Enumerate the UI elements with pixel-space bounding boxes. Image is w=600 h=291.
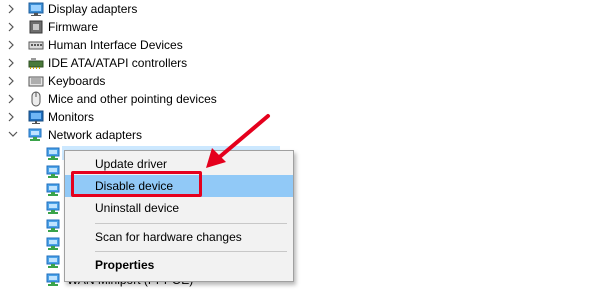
menu-item-properties[interactable]: Properties [65,254,293,276]
annotation-highlight-box [71,171,202,197]
chevron-right-icon[interactable] [8,0,18,18]
tree-item-label: Monitors [48,110,95,124]
network-adapter-icon[interactable] [46,236,62,252]
network-adapter-icon[interactable] [46,218,62,234]
network-adapter-icon[interactable] [46,146,62,162]
chevron-right-icon[interactable] [8,108,18,126]
tree-item-label: Firmware [48,20,98,34]
network-adapter-icon[interactable] [46,254,62,270]
chevron-right-icon[interactable] [8,72,18,90]
chevron-right-icon[interactable] [8,18,18,36]
menu-item-label: Uninstall device [95,201,180,215]
annotation-arrow-icon [206,114,270,168]
chevron-right-icon[interactable] [8,54,18,72]
mouse-icon [28,91,44,107]
network-adapter-icon[interactable] [46,200,62,216]
menu-separator [95,223,287,224]
network-adapter-icon[interactable] [46,272,62,288]
keyboard-icon [28,73,44,89]
tree-item-label: Network adapters [48,128,143,142]
network-adapter-icon [28,127,44,143]
menu-separator [95,251,287,252]
firmware-icon [28,19,44,35]
tree-item-label: Keyboards [48,74,106,88]
tree-item-label: IDE ATA/ATAPI controllers [48,56,188,70]
ide-controller-icon [28,55,44,71]
display-adapter-icon [28,1,44,17]
chevron-right-icon[interactable] [8,90,18,108]
hid-icon [28,37,44,53]
menu-item-uninstall-device[interactable]: Uninstall device [65,197,293,219]
chevron-right-icon[interactable] [8,36,18,54]
tree-item-label: Display adapters [48,2,138,16]
monitor-icon [28,109,44,125]
menu-item-scan-hardware-changes[interactable]: Scan for hardware changes [65,226,293,248]
network-adapter-icon[interactable] [46,182,62,198]
tree-item-label: Mice and other pointing devices [48,92,217,106]
chevron-down-icon[interactable] [8,126,18,144]
menu-item-label: Properties [95,258,155,272]
network-adapter-icon[interactable] [46,164,62,180]
menu-item-label: Scan for hardware changes [95,230,242,244]
tree-item-label: Human Interface Devices [48,38,183,52]
